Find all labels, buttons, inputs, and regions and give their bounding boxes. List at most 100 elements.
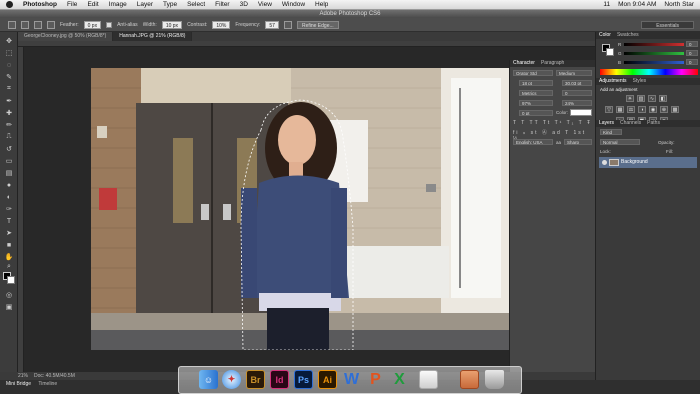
- eraser-tool-icon[interactable]: ▭: [4, 156, 14, 166]
- channel-b-slider[interactable]: [624, 61, 684, 64]
- crop-tool-icon[interactable]: ⌗: [4, 84, 14, 94]
- zoom-tool-icon[interactable]: ⌕: [4, 262, 14, 272]
- tracking-input[interactable]: 0: [562, 90, 592, 96]
- brightness-contrast-icon[interactable]: ☀: [626, 95, 634, 102]
- frequency-input[interactable]: 57: [265, 20, 279, 29]
- horizontal-ruler[interactable]: [18, 41, 595, 47]
- leading-input[interactable]: 30.03 pt: [562, 80, 592, 86]
- brush-tool-icon[interactable]: ✏: [4, 120, 14, 130]
- marquee-tool-preset-icon[interactable]: [8, 20, 16, 29]
- menu-view[interactable]: View: [258, 1, 272, 8]
- opentype-buttons[interactable]: fi ℴ st Ⓐ ad T 1st ½: [513, 129, 593, 142]
- gradient-tool-icon[interactable]: ▤: [4, 168, 14, 178]
- menu-edit[interactable]: Edit: [87, 1, 98, 8]
- doc-size[interactable]: Doc: 40.5M/40.5M: [34, 373, 75, 379]
- menu-window[interactable]: Window: [282, 1, 305, 8]
- font-family-select[interactable]: Orator Std: [513, 70, 553, 76]
- language-select[interactable]: English: USA: [513, 139, 553, 145]
- menu-image[interactable]: Image: [109, 1, 127, 8]
- finder-icon[interactable]: ☺: [199, 370, 218, 389]
- layer-name[interactable]: Background: [621, 159, 648, 165]
- menubar-badge[interactable]: 11: [603, 1, 610, 8]
- new-selection-icon[interactable]: [21, 20, 29, 29]
- tab-color[interactable]: Color: [599, 32, 611, 39]
- photos-icon[interactable]: [460, 370, 479, 389]
- tab-mini-bridge[interactable]: Mini Bridge: [6, 381, 31, 387]
- indesign-icon[interactable]: Id: [270, 370, 289, 389]
- path-select-icon[interactable]: ➤: [4, 228, 14, 238]
- tab-character[interactable]: Character: [513, 60, 535, 67]
- blend-mode-select[interactable]: Normal: [600, 139, 640, 145]
- feather-input[interactable]: 0 px: [83, 20, 102, 29]
- powerpoint-icon[interactable]: P: [366, 370, 385, 389]
- tab-adjustments[interactable]: Adjustments: [599, 78, 627, 85]
- baseline-shift-input[interactable]: 0 pt: [519, 110, 553, 116]
- curves-icon[interactable]: ∿: [648, 95, 656, 102]
- color-spectrum-ramp[interactable]: [600, 69, 698, 75]
- layer-background-row[interactable]: Background: [599, 157, 697, 168]
- menubar-user[interactable]: North Star: [664, 1, 694, 8]
- menu-help[interactable]: Help: [315, 1, 328, 8]
- channel-mixer-icon[interactable]: ⊕: [660, 106, 668, 113]
- exposure-icon[interactable]: ◧: [659, 95, 667, 102]
- hue-saturation-icon[interactable]: ▦: [616, 106, 624, 113]
- channel-r-input[interactable]: 0: [686, 41, 698, 47]
- screen-mode-icon[interactable]: ▣: [4, 302, 14, 312]
- menu-filter[interactable]: Filter: [215, 1, 229, 8]
- trash-icon[interactable]: [485, 370, 504, 389]
- color-panel-background[interactable]: [606, 48, 614, 56]
- pen-pressure-icon[interactable]: [283, 20, 292, 29]
- subtract-selection-icon[interactable]: [47, 20, 55, 29]
- healing-brush-icon[interactable]: ✚: [4, 108, 14, 118]
- safari-icon[interactable]: ✦: [222, 370, 241, 389]
- contrast-input[interactable]: 10%: [212, 20, 231, 29]
- black-white-icon[interactable]: ◑: [638, 106, 646, 113]
- tab-layers[interactable]: Layers: [599, 120, 614, 127]
- pen-tool-icon[interactable]: ✑: [4, 204, 14, 214]
- bridge-icon[interactable]: Br: [246, 370, 265, 389]
- quick-mask-icon[interactable]: ◎: [4, 290, 14, 300]
- vertical-scale-input[interactable]: 97%: [519, 100, 553, 106]
- tab-paths[interactable]: Paths: [647, 120, 660, 127]
- tab-timeline[interactable]: Timeline: [38, 381, 57, 387]
- document-canvas[interactable]: [91, 68, 509, 350]
- layer-visibility-icon[interactable]: [602, 160, 607, 165]
- menu-file[interactable]: File: [67, 1, 77, 8]
- color-swatches[interactable]: [3, 272, 16, 285]
- zoom-level[interactable]: 21%: [18, 373, 28, 379]
- workspace-select[interactable]: Essentials: [641, 20, 694, 29]
- background-color-swatch[interactable]: [7, 276, 15, 284]
- channel-g-slider[interactable]: [624, 52, 684, 55]
- lasso-tool-icon[interactable]: ◌: [4, 60, 14, 70]
- text-color-swatch[interactable]: [570, 109, 592, 116]
- tab-styles[interactable]: Styles: [633, 78, 647, 85]
- history-brush-icon[interactable]: ↺: [4, 144, 14, 154]
- photoshop-icon[interactable]: Ps: [294, 370, 313, 389]
- width-input[interactable]: 10 px: [161, 20, 183, 29]
- menu-select[interactable]: Select: [187, 1, 205, 8]
- shape-tool-icon[interactable]: ■: [4, 240, 14, 250]
- dodge-tool-icon[interactable]: ◐: [4, 192, 14, 202]
- vibrance-icon[interactable]: ▽: [605, 106, 613, 113]
- eyedropper-tool-icon[interactable]: ✒: [4, 96, 14, 106]
- illustrator-icon[interactable]: Ai: [318, 370, 337, 389]
- excel-icon[interactable]: X: [390, 370, 409, 389]
- channel-g-input[interactable]: 0: [686, 50, 698, 56]
- add-selection-icon[interactable]: [34, 20, 42, 29]
- antialias-method-select[interactable]: Sharp: [564, 139, 592, 145]
- faux-style-buttons[interactable]: T T TT Tt T¹ T₁ T Ŧ: [513, 120, 593, 128]
- move-tool-icon[interactable]: ✥: [4, 36, 14, 46]
- preview-icon[interactable]: [419, 370, 438, 389]
- refine-edge-button[interactable]: Refine Edge...: [296, 20, 339, 29]
- menu-3d[interactable]: 3D: [240, 1, 248, 8]
- hand-tool-icon[interactable]: ✋: [4, 252, 14, 262]
- font-style-select[interactable]: Medium: [556, 70, 592, 76]
- color-lookup-icon[interactable]: ▩: [671, 106, 679, 113]
- levels-icon[interactable]: ▥: [637, 95, 645, 102]
- tab-george-clooney[interactable]: GeorgeClooney.jpg @ 50% (RGB/8*): [18, 32, 114, 41]
- tab-channels[interactable]: Channels: [620, 120, 641, 127]
- vertical-ruler[interactable]: [18, 47, 24, 372]
- type-tool-icon[interactable]: T: [4, 216, 14, 226]
- quick-select-tool-icon[interactable]: ✎: [4, 72, 14, 82]
- menu-app-name[interactable]: Photoshop: [23, 1, 57, 8]
